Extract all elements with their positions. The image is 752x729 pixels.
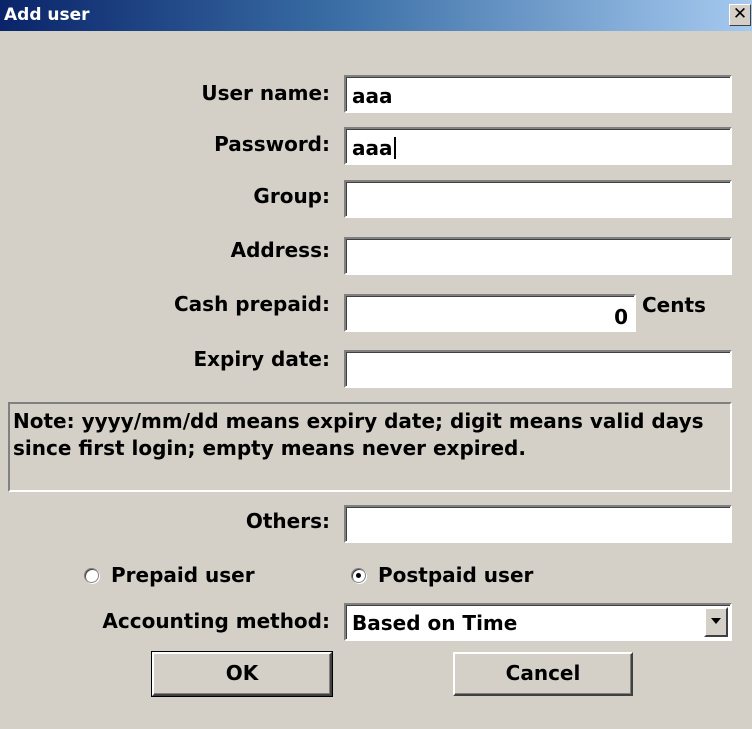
username-input[interactable]: aaa xyxy=(344,75,732,113)
radio-selected-dot xyxy=(356,572,361,578)
dropdown-button[interactable] xyxy=(704,607,728,637)
username-label: User name: xyxy=(201,81,330,105)
close-button[interactable]: ✕ xyxy=(729,4,751,26)
accounting-method-select[interactable]: Based on Time xyxy=(344,603,732,641)
cancel-button[interactable]: Cancel xyxy=(453,652,633,696)
cash-prepaid-input[interactable]: 0 xyxy=(344,294,636,332)
close-icon: ✕ xyxy=(732,4,748,24)
group-label: Group: xyxy=(253,184,330,208)
text-cursor xyxy=(393,137,396,159)
others-input[interactable] xyxy=(344,505,732,543)
address-label: Address: xyxy=(230,238,330,262)
window-title: Add user xyxy=(4,5,90,25)
accounting-method-value: Based on Time xyxy=(352,611,518,635)
ok-button[interactable]: OK xyxy=(151,651,333,697)
prepaid-user-label: Prepaid user xyxy=(111,563,255,587)
accounting-method-label: Accounting method: xyxy=(102,609,330,633)
title-bar: Add user ✕ xyxy=(0,0,752,31)
cash-unit-label: Cents xyxy=(642,293,706,317)
username-value: aaa xyxy=(352,84,393,108)
cash-prepaid-value: 0 xyxy=(614,305,628,329)
cash-prepaid-label: Cash prepaid: xyxy=(173,292,330,316)
postpaid-radio[interactable] xyxy=(351,567,366,583)
password-label: Password: xyxy=(214,132,330,156)
address-input[interactable] xyxy=(344,237,732,275)
prepaid-radio[interactable] xyxy=(84,567,99,583)
others-label: Others: xyxy=(245,509,330,533)
postpaid-user-label: Postpaid user xyxy=(378,563,534,587)
expiry-date-label: Expiry date: xyxy=(193,347,330,371)
expiry-note: Note: yyyy/mm/dd means expiry date; digi… xyxy=(8,402,732,492)
chevron-down-icon xyxy=(711,618,721,624)
group-input[interactable] xyxy=(344,180,732,218)
password-value: aaa xyxy=(352,136,393,160)
prepaid-user-option[interactable]: Prepaid user xyxy=(84,560,255,590)
password-input[interactable]: aaa xyxy=(344,127,732,165)
expiry-date-input[interactable] xyxy=(344,350,732,388)
postpaid-user-option[interactable]: Postpaid user xyxy=(351,560,533,590)
